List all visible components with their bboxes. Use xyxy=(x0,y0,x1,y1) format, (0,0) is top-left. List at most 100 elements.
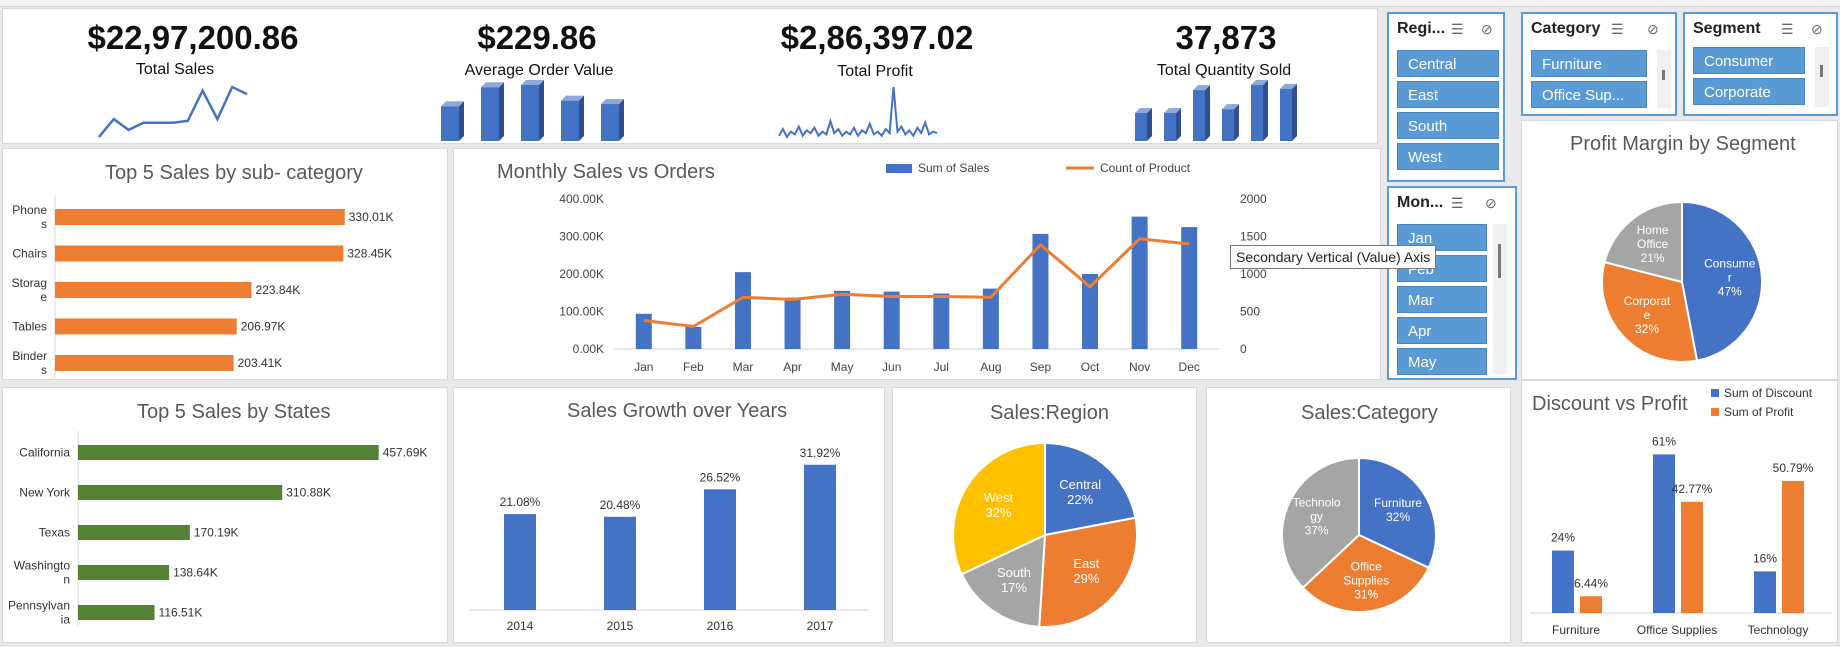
category-slicer-item[interactable]: Furniture xyxy=(1531,50,1647,77)
month-slicer-item[interactable]: Apr xyxy=(1397,317,1487,344)
region-slicer-item[interactable]: East xyxy=(1397,81,1499,108)
growth-bar xyxy=(804,464,836,610)
sparkline-bar xyxy=(601,104,619,141)
states-bar-chart: California 457.69K New York 310.88K Texas 170… xyxy=(8,431,428,627)
category-slicer: Category ☰ ⊘ Furniture Office Sup... xyxy=(1521,12,1677,116)
sheet-grid-strip xyxy=(0,0,1840,7)
data-label: 457.69K xyxy=(383,446,428,460)
bar xyxy=(78,605,155,620)
category-label: Tables xyxy=(12,320,47,334)
x-tick-label: 2014 xyxy=(507,619,534,633)
month-slicer-item[interactable]: May xyxy=(1397,348,1487,375)
data-label: 310.88K xyxy=(286,486,331,500)
sales-bar xyxy=(1181,227,1198,349)
growth-chart-panel: Sales Growth over Years 21.08% 2014 20.48%… xyxy=(453,387,885,643)
scroll-thumb[interactable] xyxy=(1662,70,1665,80)
sparkline-bar xyxy=(1280,88,1292,141)
sales-bar xyxy=(1131,216,1148,349)
category-label: Binder s xyxy=(12,349,47,377)
segment-slicer-scrollbar[interactable] xyxy=(1815,47,1829,107)
axis-tooltip: Secondary Vertical (Value) Axis xyxy=(1230,245,1437,269)
segment-pie-chart: Consume r 47%Corporat e 32%Home Office 21% xyxy=(1601,200,1763,363)
x-tick-label: 2015 xyxy=(607,619,634,633)
bar xyxy=(1653,454,1675,613)
bar xyxy=(78,445,379,460)
x-tick-label: Apr xyxy=(783,360,802,374)
sparkline-bar-side xyxy=(579,95,584,141)
sparkline-bar xyxy=(441,106,459,141)
clear-filter-icon[interactable]: ⊘ xyxy=(1811,21,1823,38)
category-slicer-title: Category xyxy=(1531,20,1601,37)
region-slicer-item[interactable]: Central xyxy=(1397,50,1499,77)
kpi-total-profit-value: $2,86,397.02 xyxy=(780,19,974,56)
bar xyxy=(55,355,234,371)
kpi-quantity-label: Total Quantity Sold xyxy=(1156,62,1292,79)
sales-bar xyxy=(734,272,751,349)
data-label: 138.64K xyxy=(173,566,218,580)
sparkline-total-sales xyxy=(98,85,248,138)
month-slicer-scrollbar[interactable] xyxy=(1493,224,1507,374)
y-tick-label: 300.00K xyxy=(559,230,604,244)
category-pie-panel: Sales:Category Furniture 32% Office Supplie… xyxy=(1206,387,1511,643)
data-label: 330.01K xyxy=(349,210,394,224)
month-slicer-title: Mon... xyxy=(1397,194,1444,211)
region-slicer-title: Regi... xyxy=(1397,20,1446,37)
category-slicer-item[interactable]: Office Sup... xyxy=(1531,81,1647,108)
region-slicer-item[interactable]: West xyxy=(1397,143,1499,170)
multi-select-icon[interactable]: ☰ xyxy=(1451,21,1464,38)
subcategory-chart-title: Top 5 Sales by sub- category xyxy=(105,162,363,184)
data-label: 170.19K xyxy=(194,526,239,540)
sparkline-bar-side xyxy=(1234,104,1239,141)
sparkline-bar-side xyxy=(1147,108,1152,141)
data-label: 223.84K xyxy=(256,283,301,297)
bar xyxy=(55,318,237,335)
multi-select-icon[interactable]: ☰ xyxy=(1451,195,1464,212)
region-slicer-item[interactable]: South xyxy=(1397,112,1499,139)
sales-bar xyxy=(635,313,652,349)
discount-bar-chart: 24% 6.44% Furniture 61% 42.77% Office Supplie… xyxy=(1530,386,1832,637)
scroll-thumb[interactable] xyxy=(1820,65,1823,77)
kpi-total-sales-value: $22,97,200.86 xyxy=(87,19,299,56)
x-tick-label: Oct xyxy=(1081,360,1100,374)
bar xyxy=(1681,501,1703,613)
segment-slicer-item[interactable]: Corporate xyxy=(1693,78,1805,105)
sparkline-bar xyxy=(1193,90,1205,141)
data-label: 20.48% xyxy=(600,498,641,512)
slice-label: East 29% xyxy=(1073,556,1099,586)
data-label: 24% xyxy=(1551,531,1575,545)
legend-swatch xyxy=(1711,408,1719,416)
data-label: 328.45K xyxy=(347,247,392,261)
sparkline-bar-side xyxy=(1205,85,1210,141)
multi-select-icon[interactable]: ☰ xyxy=(1781,21,1794,38)
clear-filter-icon[interactable]: ⊘ xyxy=(1647,21,1659,38)
sparkline-bar xyxy=(521,85,539,141)
x-tick-label: 2016 xyxy=(707,619,734,633)
growth-bar xyxy=(504,514,536,610)
sparkline-bar xyxy=(481,87,499,141)
sales-bar xyxy=(933,293,950,349)
multi-select-icon[interactable]: ☰ xyxy=(1611,21,1624,38)
category-label: Chairs xyxy=(12,247,47,261)
slice-label: South 17% xyxy=(997,565,1031,595)
y-tick-label: 0.00K xyxy=(573,342,604,356)
sparkline-bar-side xyxy=(459,101,464,141)
month-slicer-item[interactable]: Mar xyxy=(1397,286,1487,313)
legend-label-products: Count of Product xyxy=(1100,161,1191,175)
growth-bar xyxy=(704,489,736,610)
data-label: 203.41K xyxy=(238,356,283,370)
states-chart-panel: Top 5 Sales by States California 457.69K N… xyxy=(2,387,448,643)
y2-tick-label: 500 xyxy=(1240,305,1260,319)
sales-bar xyxy=(784,297,801,349)
sparkline-bar xyxy=(1222,109,1234,141)
scroll-thumb[interactable] xyxy=(1498,244,1501,278)
legend-label: Sum of Discount xyxy=(1724,386,1813,400)
segment-slicer-item[interactable]: Consumer xyxy=(1693,47,1805,74)
clear-filter-icon[interactable]: ⊘ xyxy=(1481,21,1493,38)
category-slicer-scrollbar[interactable] xyxy=(1657,50,1671,108)
clear-filter-icon[interactable]: ⊘ xyxy=(1485,195,1497,212)
sparkline-bar-side xyxy=(1292,83,1297,141)
category-label: New York xyxy=(19,486,71,500)
bar xyxy=(1552,550,1574,613)
x-tick-label: Jun xyxy=(882,360,901,374)
sparkline-quantity xyxy=(1135,80,1297,141)
